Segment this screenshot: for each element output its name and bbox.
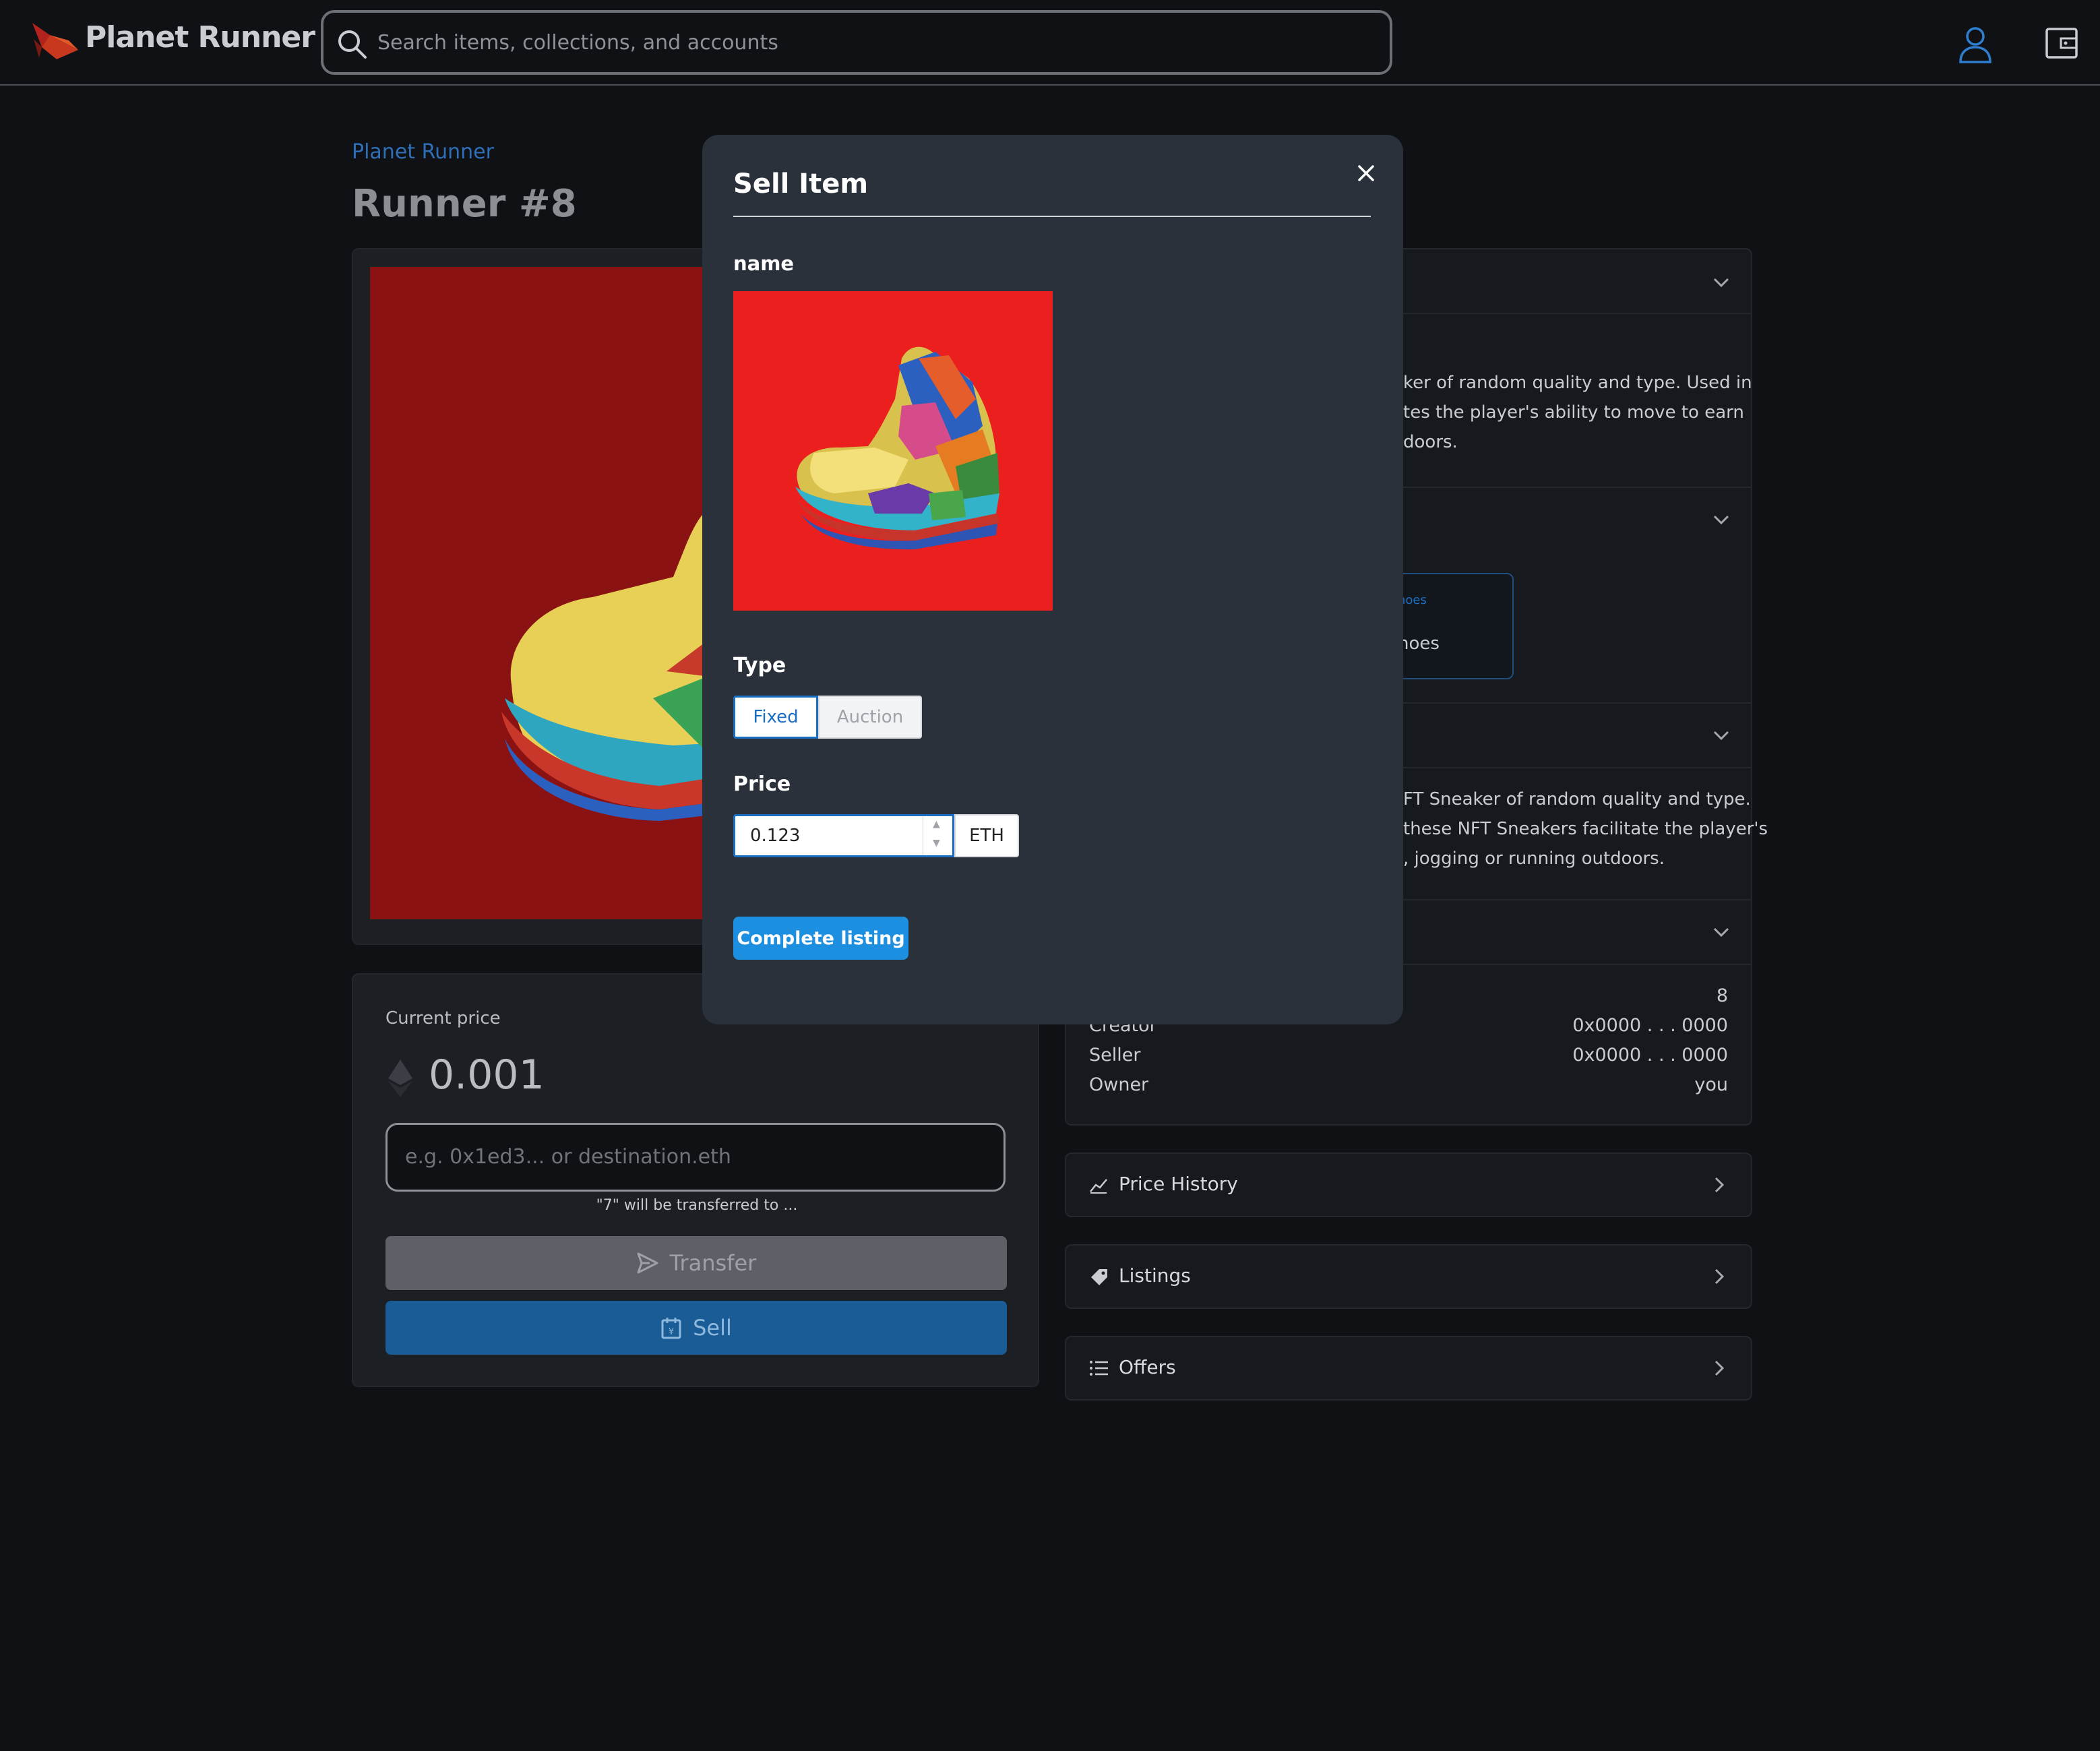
send-icon <box>637 1252 658 1274</box>
sell-label: Sell <box>693 1315 732 1341</box>
modal-nft-image <box>733 291 1053 611</box>
account-icon[interactable] <box>1958 26 1992 63</box>
tag-icon <box>1091 1269 1107 1285</box>
chevron-right-icon <box>1715 1360 1725 1376</box>
creator-value: 0x0000 . . . 0000 <box>1572 1015 1728 1036</box>
seller-value: 0x0000 . . . 0000 <box>1572 1045 1728 1066</box>
search-placeholder: Search items, collections, and accounts <box>377 31 778 55</box>
description-line-3: doors. <box>1403 432 1458 452</box>
sell-item-modal: Sell Item name Type Fixed Auction Price … <box>702 135 1403 1024</box>
about-line-2: these NFT Sneakers facilitate the player… <box>1403 819 1768 839</box>
price-input-value: 0.123 <box>750 826 801 846</box>
price-history-panel[interactable]: Price History <box>1065 1153 1752 1217</box>
destination-input[interactable]: e.g. 0x1ed3... or destination.eth <box>385 1123 1006 1192</box>
chevron-down-icon[interactable] <box>1712 926 1731 938</box>
owner-value: you <box>1694 1074 1728 1095</box>
listings-panel[interactable]: Listings <box>1065 1244 1752 1309</box>
transfer-note: "7" will be transferred to ... <box>596 1197 798 1214</box>
sell-button[interactable]: ¥ Sell <box>385 1301 1007 1355</box>
price-input[interactable]: 0.123 ▲ ▼ <box>733 814 954 857</box>
description-line-1: ker of random quality and type. Used in <box>1403 373 1752 393</box>
ethereum-icon <box>388 1059 412 1097</box>
stepper-down-icon[interactable]: ▼ <box>933 838 940 849</box>
offers-label: Offers <box>1119 1356 1176 1378</box>
price-stepper[interactable]: ▲ ▼ <box>923 816 952 855</box>
collection-link[interactable]: Planet Runner <box>352 140 494 164</box>
svg-text:¥: ¥ <box>669 1327 674 1337</box>
current-price-label: Current price <box>385 1008 501 1028</box>
chevron-right-icon <box>1715 1268 1725 1285</box>
offers-panel[interactable]: Offers <box>1065 1336 1752 1401</box>
search-bar[interactable]: Search items, collections, and accounts <box>321 10 1392 75</box>
property-value: hoes <box>1398 634 1440 654</box>
token-id-value: 8 <box>1716 985 1728 1006</box>
type-label: Type <box>733 654 786 677</box>
seller-label: Seller <box>1089 1045 1141 1066</box>
planet-runner-logo-icon[interactable] <box>30 20 81 62</box>
wallet-icon[interactable] <box>2045 27 2078 59</box>
listings-label: Listings <box>1119 1264 1191 1287</box>
price-panel: Current price 0.001 e.g. 0x1ed3... or de… <box>352 973 1039 1387</box>
owner-label: Owner <box>1089 1074 1149 1095</box>
list-icon <box>1090 1361 1108 1376</box>
chevron-down-icon[interactable] <box>1712 729 1731 741</box>
name-label: name <box>733 252 795 275</box>
close-icon[interactable] <box>1356 163 1376 183</box>
tag-calendar-icon: ¥ <box>661 1318 681 1339</box>
chevron-right-icon <box>1715 1177 1725 1193</box>
transfer-button[interactable]: Transfer <box>385 1236 1007 1290</box>
brand-name[interactable]: Planet Runner <box>85 20 315 55</box>
chart-line-icon <box>1090 1179 1107 1194</box>
transfer-label: Transfer <box>669 1250 757 1276</box>
description-line-2: tes the player's ability to move to earn <box>1403 402 1744 423</box>
stepper-up-icon[interactable]: ▲ <box>933 819 940 830</box>
chevron-down-icon[interactable] <box>1712 276 1731 288</box>
modal-title: Sell Item <box>733 168 869 199</box>
type-auction-option[interactable]: Auction <box>818 696 922 739</box>
type-segmented-control: Fixed Auction <box>733 696 922 739</box>
page-title: Runner #8 <box>352 182 577 226</box>
top-header: Planet Runner Search items, collections,… <box>0 0 2100 86</box>
chevron-down-icon[interactable] <box>1712 514 1731 526</box>
modal-divider <box>733 216 1371 217</box>
type-fixed-option[interactable]: Fixed <box>733 696 818 739</box>
currency-unit: ETH <box>954 814 1019 857</box>
sneaker-thumbnail <box>795 346 999 550</box>
current-price-value: 0.001 <box>429 1051 545 1099</box>
price-label: Price <box>733 772 791 796</box>
about-line-1: FT Sneaker of random quality and type. <box>1403 789 1751 809</box>
destination-placeholder: e.g. 0x1ed3... or destination.eth <box>405 1145 731 1169</box>
price-history-label: Price History <box>1119 1173 1238 1195</box>
complete-listing-button[interactable]: Complete listing <box>733 917 908 960</box>
search-icon <box>338 30 367 59</box>
about-line-3: , jogging or running outdoors. <box>1403 849 1665 869</box>
